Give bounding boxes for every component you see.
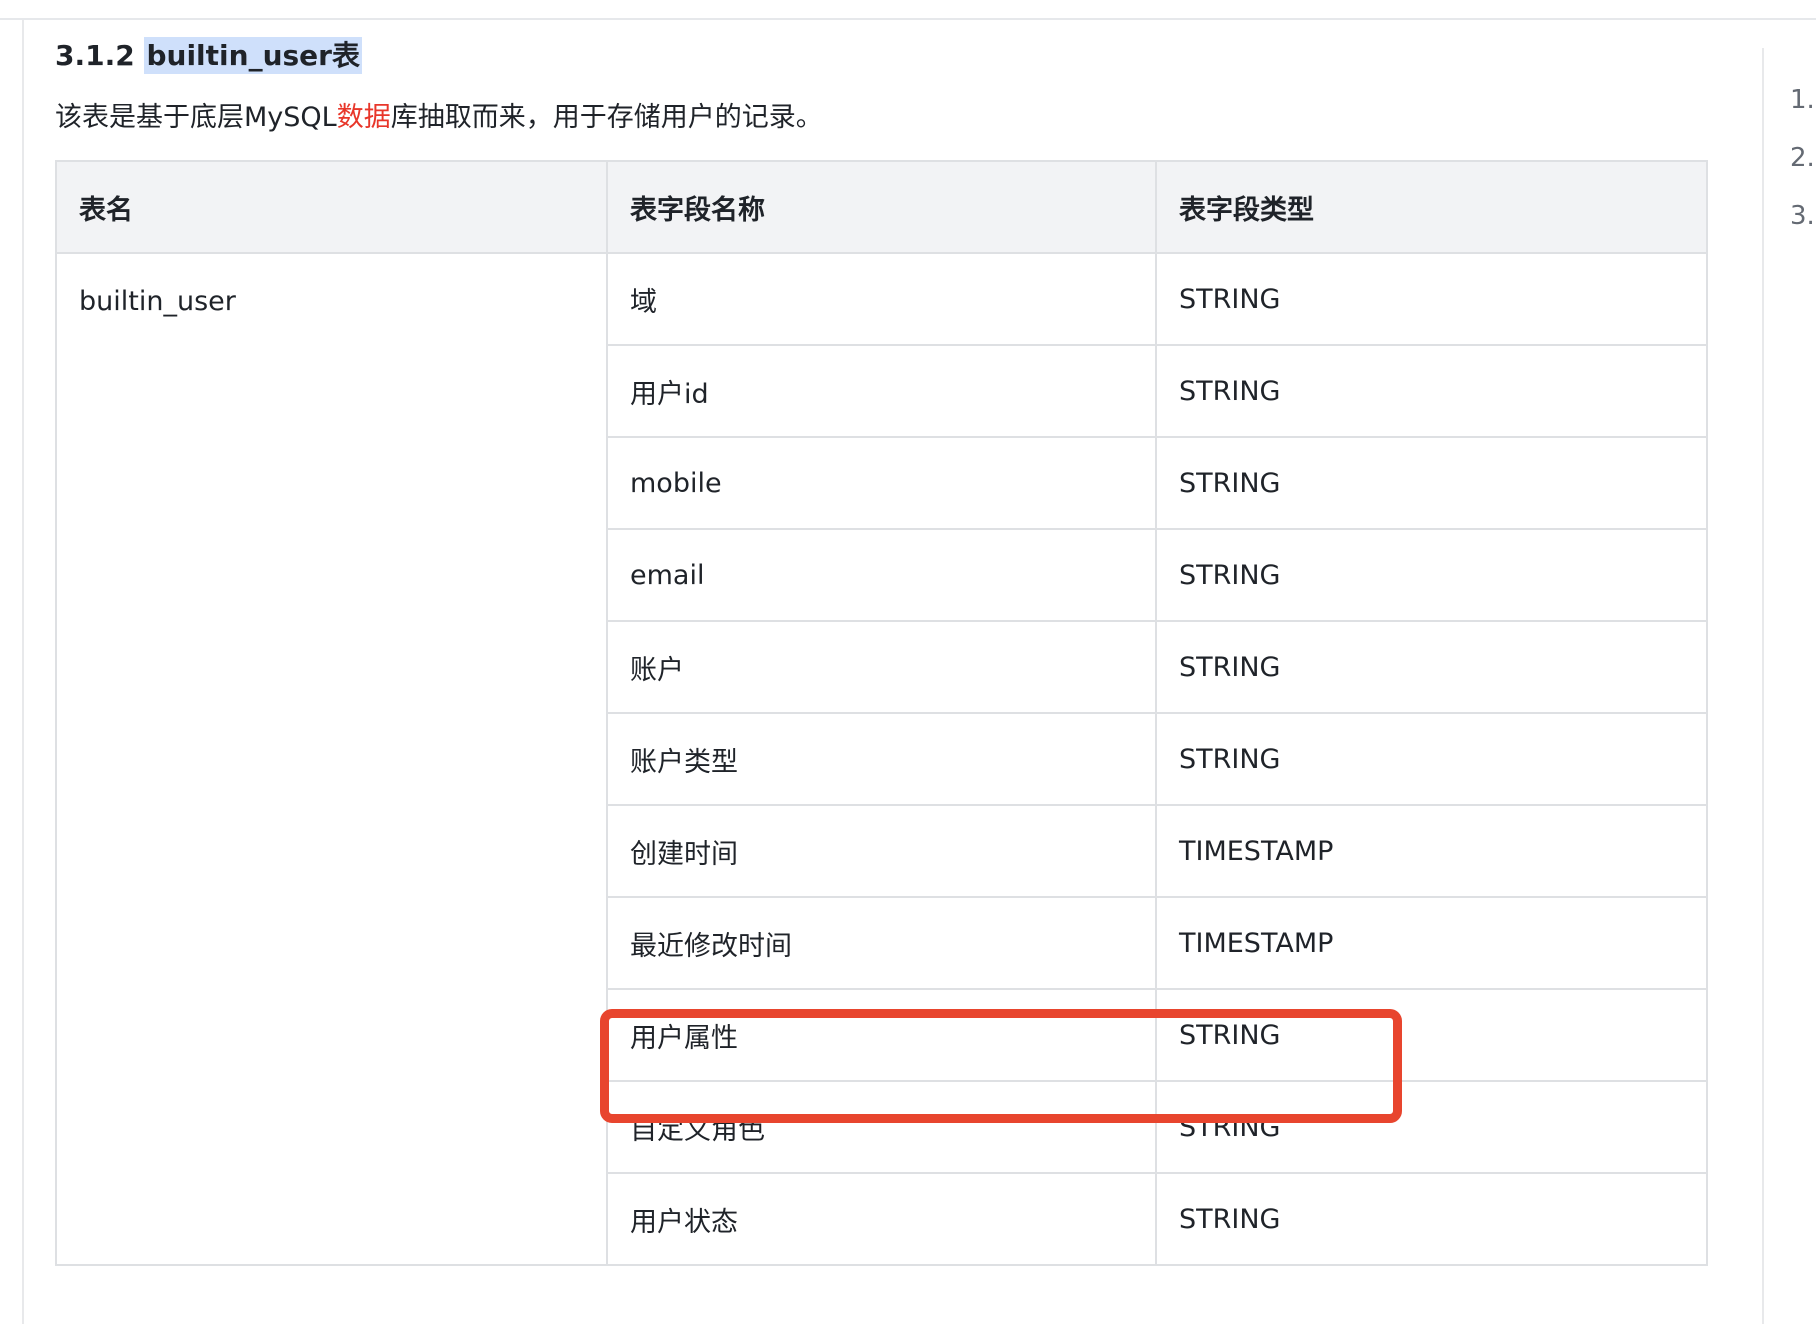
table-of-contents: 1. 2. 3. xyxy=(1790,80,1816,254)
table-header-row: 表名 表字段名称 表字段类型 xyxy=(55,160,1708,254)
field-name-cell: 最近修改时间 xyxy=(606,896,1157,990)
description-keyword-link[interactable]: 数据 xyxy=(337,102,391,133)
column-header-field-type: 表字段类型 xyxy=(1155,160,1708,254)
toc-item[interactable]: 1. xyxy=(1790,80,1816,138)
section-heading: 3.1.2 builtin_user表 xyxy=(55,34,362,78)
field-type-cell: STRING xyxy=(1155,436,1708,530)
field-type-cell: STRING xyxy=(1155,528,1708,622)
schema-table: 表名 表字段名称 表字段类型 builtin_user 域 STRING 用户i… xyxy=(55,160,1708,1266)
column-header-table-name: 表名 xyxy=(55,160,608,254)
top-toolbar-edge xyxy=(0,0,1816,20)
field-type-cell: TIMESTAMP xyxy=(1155,804,1708,898)
field-type-cell: STRING xyxy=(1155,344,1708,438)
description-text-before: 该表是基于底层MySQL xyxy=(55,102,337,133)
description-text-after: 库抽取而来，用于存储用户的记录。 xyxy=(390,102,823,133)
field-name-cell: 创建时间 xyxy=(606,804,1157,898)
heading-title-selected[interactable]: builtin_user表 xyxy=(144,37,362,74)
field-name-cell: mobile xyxy=(606,436,1157,530)
field-type-cell: TIMESTAMP xyxy=(1155,896,1708,990)
field-type-cell: STRING xyxy=(1155,1080,1708,1174)
toc-item[interactable]: 3. xyxy=(1790,196,1816,254)
table-row: builtin_user 域 STRING xyxy=(55,252,1708,1266)
field-name-cell: 自定义角色 xyxy=(606,1080,1157,1174)
column-header-field-name: 表字段名称 xyxy=(606,160,1157,254)
section-description: 该表是基于底层MySQL数据库抽取而来，用于存储用户的记录。 xyxy=(55,98,823,138)
field-type-cell: STRING xyxy=(1155,712,1708,806)
heading-number: 3.1.2 xyxy=(55,39,135,72)
left-divider xyxy=(22,20,24,1324)
field-name-cell: 用户状态 xyxy=(606,1172,1157,1266)
field-name-cell: 账户 xyxy=(606,620,1157,714)
field-name-cell: email xyxy=(606,528,1157,622)
field-name-cell: 用户属性 xyxy=(606,988,1157,1082)
field-type-cell: STRING xyxy=(1155,988,1708,1082)
table-name-cell: builtin_user xyxy=(55,252,608,1266)
toc-item[interactable]: 2. xyxy=(1790,138,1816,196)
field-type-cell: STRING xyxy=(1155,620,1708,714)
field-type-cell: STRING xyxy=(1155,1172,1708,1266)
field-name-cell: 域 xyxy=(606,252,1157,346)
field-name-cell: 账户类型 xyxy=(606,712,1157,806)
field-type-cell: STRING xyxy=(1155,252,1708,346)
field-name-cell: 用户id xyxy=(606,344,1157,438)
toc-divider xyxy=(1762,48,1764,1324)
